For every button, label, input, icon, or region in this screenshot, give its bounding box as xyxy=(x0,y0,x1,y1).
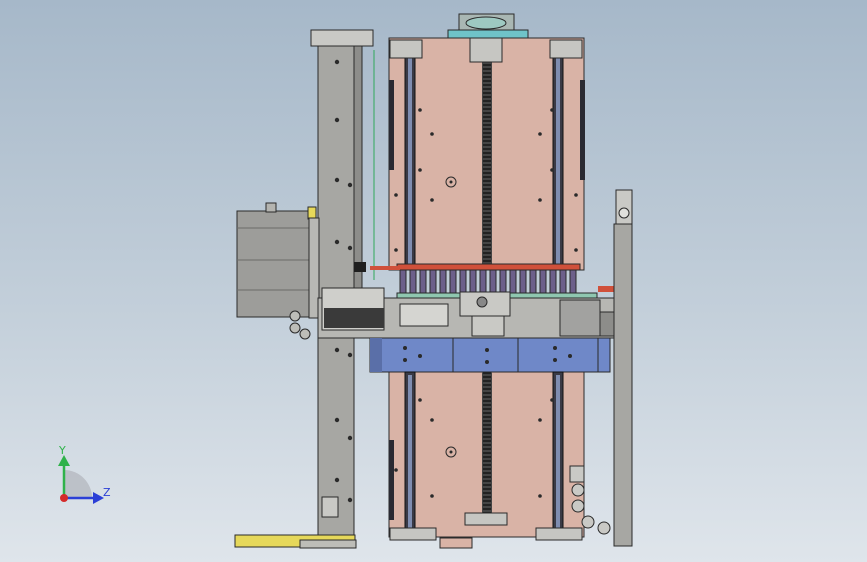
machine-assembly-drawing: Y Z xyxy=(58,13,633,549)
left-column-inner-rail xyxy=(353,45,363,297)
coordinate-triad: Y Z xyxy=(58,444,111,504)
main-plate-lower xyxy=(388,371,585,549)
blue-mounting-blocks xyxy=(369,337,611,373)
triad-y-label: Y xyxy=(58,444,66,457)
main-plate-upper xyxy=(388,13,585,271)
left-column-top-bracket xyxy=(310,29,374,47)
triad-z-label: Z xyxy=(103,486,111,499)
triad-x-origin xyxy=(60,494,68,502)
drive-motor xyxy=(236,202,320,319)
cad-viewport[interactable]: Y Z xyxy=(0,0,867,562)
triad-quarter-disc xyxy=(64,470,92,498)
